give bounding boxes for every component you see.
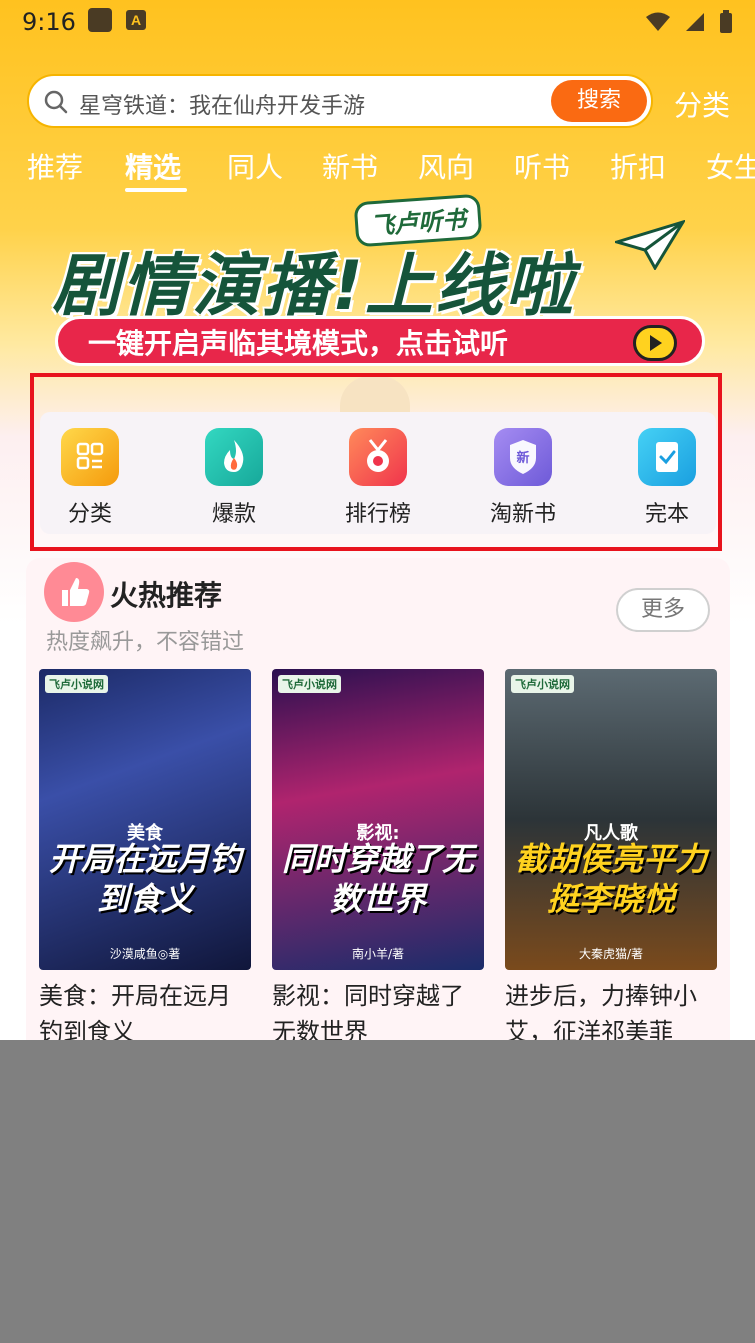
notification-icon	[88, 8, 112, 32]
wifi-icon	[646, 12, 670, 31]
cover-logo: 飞卢小说网	[511, 675, 574, 693]
highlight-box	[30, 373, 722, 551]
status-icons	[645, 10, 733, 34]
banner-subtitle: 一键开启声临其境模式，点击试听	[55, 316, 705, 366]
tab-bar: 推荐 精选 同人 新书 风向 听书 折扣 女生	[0, 146, 755, 196]
tab-female[interactable]: 女生	[706, 146, 755, 186]
book-cover: 飞卢小说网 凡人歌 截胡侯亮平力挺李晓悦 大秦虎猫/著	[505, 669, 717, 970]
tab-featured[interactable]: 精选	[125, 146, 181, 186]
cover-title: 截胡侯亮平力挺李晓悦	[515, 840, 708, 918]
cellular-icon	[686, 13, 704, 31]
tab-fanfic[interactable]: 同人	[227, 146, 283, 186]
book-cover: 飞卢小说网 美食 开局在远月钓到食义 沙漠咸鱼◎著	[39, 669, 251, 970]
search-button[interactable]: 搜索	[551, 80, 647, 122]
cover-author: 南小羊/著	[351, 947, 405, 961]
more-button[interactable]: 更多	[616, 588, 710, 632]
search-input[interactable]: 星穹铁道：我在仙舟开发手游 搜索	[27, 74, 653, 128]
tab-discount[interactable]: 折扣	[610, 146, 666, 186]
book-title: 美食：开局在远月钓到食义	[39, 982, 231, 1040]
book-card[interactable]: 飞卢小说网 影视: 同时穿越了无数世界 南小羊/著 影视：同时穿越了无数世界	[272, 669, 484, 1040]
search-icon	[44, 90, 68, 114]
search-placeholder: 星穹铁道：我在仙舟开发手游	[79, 94, 366, 119]
paper-plane-icon	[615, 220, 685, 270]
status-time: 9:16	[22, 8, 76, 36]
cover-title: 开局在远月钓到食义	[49, 840, 242, 918]
book-title: 影视：同时穿越了无数世界	[272, 982, 464, 1040]
tab-recommend[interactable]: 推荐	[27, 146, 83, 186]
book-cover: 飞卢小说网 影视: 同时穿越了无数世界 南小羊/著	[272, 669, 484, 970]
section-subtitle: 热度飙升，不容错过	[46, 630, 245, 655]
status-bar: 9:16 A	[0, 0, 755, 44]
tab-trends[interactable]: 风向	[418, 146, 474, 186]
tab-audiobooks[interactable]: 听书	[514, 146, 570, 186]
app-notification-icon: A	[126, 10, 146, 30]
cover-logo: 飞卢小说网	[278, 675, 341, 693]
cover-logo: 飞卢小说网	[45, 675, 108, 693]
cover-author: 沙漠咸鱼◎著	[109, 947, 181, 961]
battery-icon	[720, 10, 732, 33]
hot-recommend-section: 火热推荐 热度飙升，不容错过 更多 飞卢小说网 美食 开局在远月钓到食义 沙漠咸…	[26, 558, 730, 1040]
category-link[interactable]: 分类	[674, 84, 730, 124]
cover-title: 同时穿越了无数世界	[282, 840, 475, 918]
tab-new-books[interactable]: 新书	[322, 146, 378, 186]
book-card[interactable]: 飞卢小说网 美食 开局在远月钓到食义 沙漠咸鱼◎著 美食：开局在远月钓到食义	[39, 669, 251, 1040]
play-icon[interactable]	[633, 325, 677, 361]
book-card[interactable]: 飞卢小说网 凡人歌 截胡侯亮平力挺李晓悦 大秦虎猫/著 进步后，力捧钟小艾，征洋…	[505, 669, 717, 1040]
app-screen: 9:16 A 星穹铁道：我在仙舟开发手游 搜索 分类 推荐 精选 同人 新书 风…	[0, 0, 755, 1040]
banner-title: 剧情演播!上线啦	[52, 247, 576, 326]
section-title: 火热推荐	[110, 579, 223, 612]
thumbs-up-icon	[44, 562, 104, 622]
book-title: 进步后，力捧钟小艾，征洋祁美菲	[505, 982, 697, 1040]
cover-author: 大秦虎猫/著	[578, 947, 644, 961]
